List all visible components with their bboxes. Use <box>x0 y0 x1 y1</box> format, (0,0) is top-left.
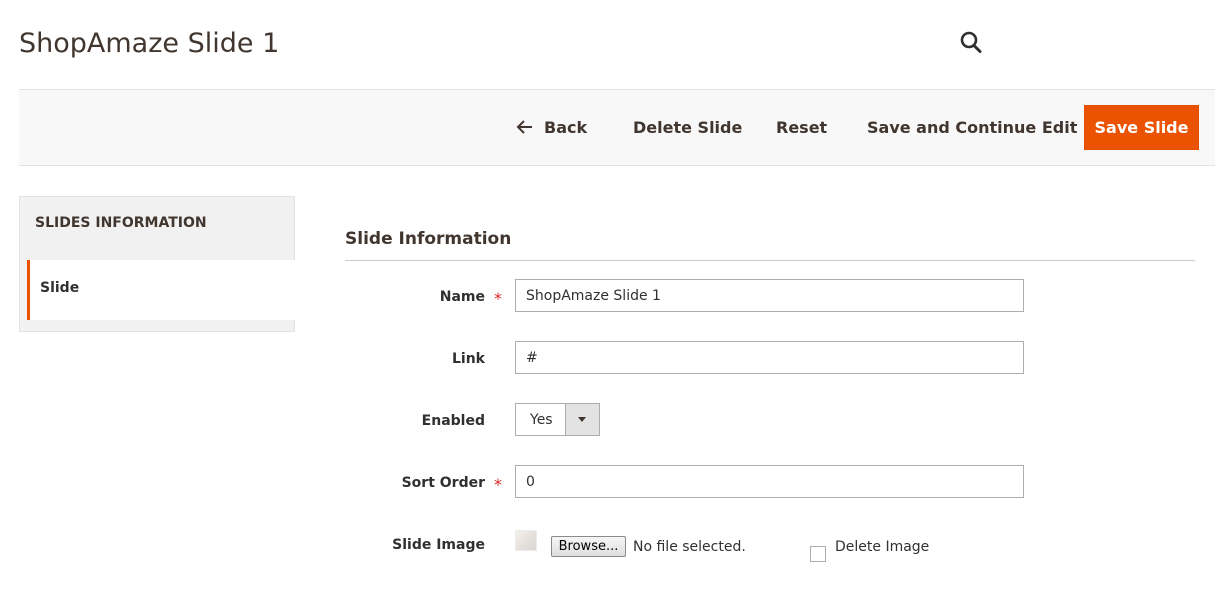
required-asterisk: * <box>494 475 502 494</box>
delete-image-label[interactable]: Delete Image <box>835 539 929 555</box>
link-label: Link <box>452 351 485 367</box>
save-slide-button[interactable]: Save Slide <box>1084 105 1199 150</box>
delete-slide-button[interactable]: Delete Slide <box>633 90 742 165</box>
arrow-left-icon <box>516 120 532 134</box>
reset-button[interactable]: Reset <box>776 90 827 165</box>
name-input[interactable] <box>515 279 1024 312</box>
sort-order-input[interactable] <box>515 465 1024 498</box>
browse-button[interactable]: Browse... <box>551 536 626 557</box>
save-and-continue-button[interactable]: Save and Continue Edit <box>867 90 1077 165</box>
name-label: Name <box>439 289 485 305</box>
enabled-select-value: Yes <box>530 412 553 428</box>
page-title: ShopAmaze Slide 1 <box>19 28 280 59</box>
slide-image-label: Slide Image <box>392 537 485 553</box>
back-button-label: Back <box>544 118 588 137</box>
select-toggle[interactable] <box>565 404 599 435</box>
chevron-down-icon <box>578 417 586 422</box>
link-input[interactable] <box>515 341 1024 374</box>
sidebar-item-slide[interactable]: Slide <box>27 260 295 320</box>
slide-image-thumbnail[interactable] <box>515 530 537 551</box>
sidebar-title: SLIDES INFORMATION <box>35 215 207 231</box>
sidebar-tabs: SLIDES INFORMATION Slide <box>19 196 295 332</box>
file-status-text: No file selected. <box>633 539 746 555</box>
back-button[interactable]: Back <box>516 90 587 165</box>
section-title: Slide Information <box>345 229 512 249</box>
search-icon[interactable] <box>958 30 984 56</box>
enabled-label: Enabled <box>421 413 485 429</box>
section-divider <box>345 260 1195 261</box>
sort-order-label: Sort Order <box>401 475 485 491</box>
sidebar-item-label: Slide <box>40 280 80 296</box>
required-asterisk: * <box>494 289 502 308</box>
page-actions-toolbar: Back Delete Slide Reset Save and Continu… <box>19 89 1215 166</box>
enabled-select[interactable]: Yes <box>515 403 600 436</box>
delete-image-checkbox[interactable] <box>810 546 826 562</box>
